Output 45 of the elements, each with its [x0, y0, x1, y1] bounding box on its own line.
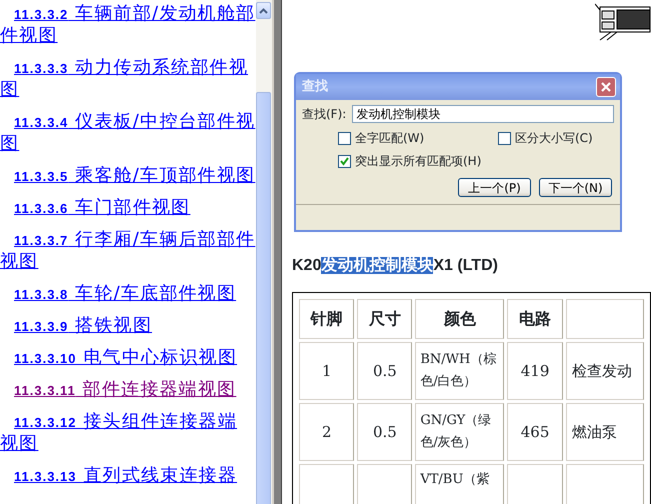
toc-link[interactable]: 11.3.3.7 行李厢/车辆后部部件视图: [0, 229, 256, 273]
column-header: 针脚: [299, 299, 354, 339]
table-cell: VT/BU（紫: [420, 472, 490, 487]
scrollbar-thumb[interactable]: [256, 92, 271, 504]
nav-button[interactable]: 上一个(P): [458, 178, 531, 197]
table-cell: 0.5: [372, 362, 397, 380]
checkbox[interactable]: [498, 132, 511, 144]
scroll-up-button[interactable]: [256, 2, 271, 19]
column-header: 电路: [507, 299, 563, 339]
option-label: 全字匹配(W): [355, 130, 424, 147]
toc-link[interactable]: 11.3.3.12 接头组件连接器端视图: [0, 411, 256, 455]
close-button[interactable]: [596, 77, 616, 97]
section-heading: K20发动机控制模块X1 (LTD): [292, 256, 498, 276]
toc-link[interactable]: 11.3.3.5 乘客舱/车顶部件视图: [0, 165, 256, 187]
table-cell: 465: [520, 422, 550, 441]
table-cell: 燃油泵: [572, 422, 617, 441]
toc-link[interactable]: 11.3.3.9 搭铁视图: [0, 315, 256, 337]
toc-link[interactable]: 11.3.3.8 车轮/车底部件视图: [0, 283, 256, 305]
checkbox[interactable]: [338, 154, 351, 168]
chevron-up-icon: [259, 8, 268, 14]
table-cell: 419: [520, 362, 550, 380]
close-icon: [600, 81, 612, 93]
option-label: 突出显示所有匹配项(H): [355, 153, 482, 170]
table-cell: 2: [322, 422, 332, 441]
toc-link[interactable]: 11.3.3.2 车辆前部/发动机舱部件视图: [0, 3, 256, 47]
toc-link[interactable]: 11.3.3.6 车门部件视图: [0, 197, 256, 219]
find-label: 查找(F):: [302, 106, 346, 123]
nav-button[interactable]: 下一个(N): [539, 178, 612, 197]
toc-link[interactable]: 11.3.3.3 动力传动系统部件视图: [0, 57, 256, 101]
table-cell: 1: [322, 362, 332, 380]
table-cell: 检查发动: [572, 362, 632, 380]
table-cell: 0.5: [372, 422, 397, 441]
toc-link[interactable]: 11.3.3.10 电气中心标识视图: [0, 347, 256, 369]
option-label: 区分大小写(C): [515, 130, 593, 147]
dialog-title: 查找: [302, 78, 328, 96]
table-cell: BN/WH（棕色/白色）: [420, 352, 496, 389]
toc-link[interactable]: 11.3.3.11 部件连接器端视图: [0, 379, 256, 401]
column-header: 尺寸: [357, 299, 412, 339]
toc-link[interactable]: 11.3.3.4 仪表板/中控台部件视图: [0, 111, 256, 155]
checkbox[interactable]: [338, 132, 351, 144]
toc-link[interactable]: 11.3.3.13 直列式线束连接器: [0, 465, 256, 487]
column-header: 颜色: [415, 299, 504, 339]
table-cell: GN/GY（绿色/灰色）: [420, 413, 492, 450]
find-input[interactable]: 发动机控制模块: [352, 105, 614, 123]
pane-splitter[interactable]: [272, 0, 282, 504]
